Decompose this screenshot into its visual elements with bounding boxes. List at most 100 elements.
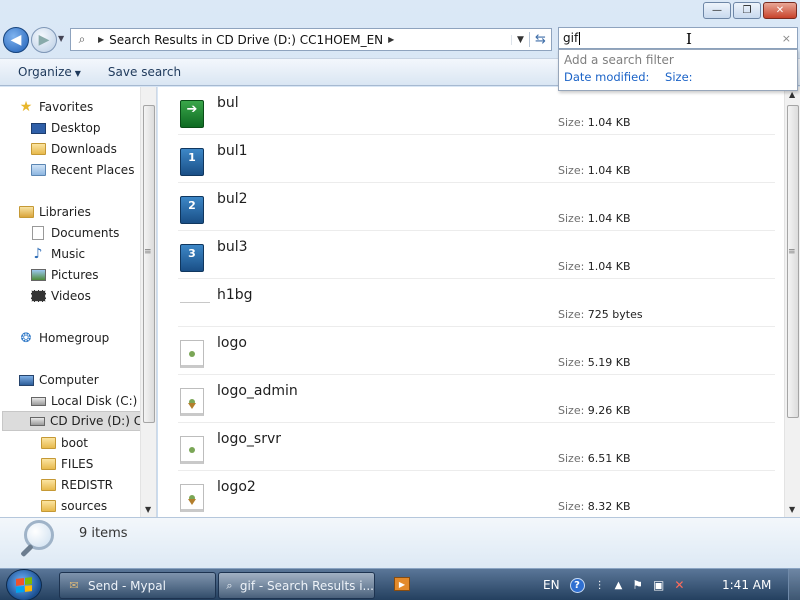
folder-icon	[40, 457, 56, 471]
action-center-flag-icon[interactable]: ⚑	[632, 578, 643, 592]
file-size: Size: 6.51 KB	[558, 452, 631, 465]
size-label: Size:	[558, 164, 585, 177]
list-item[interactable]: h1bg Size: 725 bytes	[178, 279, 775, 327]
refresh-icon[interactable]: ⇆	[529, 32, 551, 47]
address-bar[interactable]: ⌕ ▶ Search Results in CD Drive (D:) CC1H…	[70, 28, 552, 51]
music-note-icon: ♪	[33, 246, 43, 262]
size-value: 1.04 KB	[587, 164, 631, 177]
start-button[interactable]	[6, 569, 42, 600]
content-scrollbar[interactable]: ▲ ≡ ▼	[784, 87, 800, 517]
size-label: Size:	[558, 356, 585, 369]
explorer-window: — ❐ ✕ ◀ ▶ ▼ ⌕ ▶ Search Results in CD Dri…	[0, 0, 800, 568]
breadcrumb-chevron-icon[interactable]: ▶	[388, 35, 394, 44]
blue-3-icon: 3	[180, 244, 204, 272]
minimize-button[interactable]: —	[703, 2, 731, 19]
search-input[interactable]: gif ×	[558, 27, 798, 49]
volume-muted-icon[interactable]: ✕	[674, 578, 684, 592]
sidebar-item-music[interactable]: ♪ Music	[30, 244, 86, 264]
list-item[interactable]: logo_srvr Size: 6.51 KB	[178, 423, 775, 471]
sidebar-item-favorites[interactable]: ★ Favorites	[18, 97, 94, 117]
file-size: Size: 1.04 KB	[558, 212, 631, 225]
green-arrow-icon: ➔	[180, 100, 204, 128]
save-search-label: Save search	[107, 65, 182, 79]
sidebar-scrollbar[interactable]: ≡ ▼	[140, 87, 156, 517]
size-value: 6.51 KB	[587, 452, 631, 465]
image-doc-icon	[180, 484, 204, 512]
scroll-down-icon[interactable]: ▼	[145, 505, 151, 514]
list-item[interactable]: ➔ bul Size: 1.04 KB	[178, 87, 775, 135]
forward-button[interactable]: ▶	[31, 27, 57, 53]
item-count: 9 items	[79, 526, 128, 541]
save-search-button[interactable]: Save search	[90, 65, 190, 79]
scrollbar-thumb[interactable]	[143, 105, 155, 423]
show-desktop-button[interactable]	[788, 569, 800, 600]
tray-arrow-icon[interactable]: ▲	[615, 580, 623, 591]
size-label: Size:	[558, 260, 585, 273]
sidebar-item-homegroup[interactable]: ❂ Homegroup	[18, 328, 110, 348]
help-icon[interactable]: ?	[569, 577, 585, 593]
sidebar-item-computer[interactable]: Computer	[18, 370, 99, 390]
recent-pages-dropdown[interactable]: ▼	[58, 34, 64, 43]
scroll-down-icon[interactable]: ▼	[789, 505, 795, 514]
file-size: Size: 8.32 KB	[558, 500, 631, 513]
file-size: Size: 1.04 KB	[558, 116, 631, 129]
restore-button[interactable]: ❐	[733, 2, 761, 19]
clock[interactable]: 1:41 AM	[722, 578, 771, 592]
back-button[interactable]: ◀	[3, 27, 29, 53]
list-item[interactable]: logo Size: 5.19 KB	[178, 327, 775, 375]
list-item[interactable]: 3 bul3 Size: 1.04 KB	[178, 231, 775, 279]
taskbar-button-explorer[interactable]: ⌕ gif - Search Results i...	[218, 572, 375, 599]
size-filter[interactable]: Size:	[665, 70, 692, 84]
sidebar-item-videos[interactable]: Videos	[30, 286, 91, 306]
address-path[interactable]: Search Results in CD Drive (D:) CC1HOEM_…	[109, 33, 383, 47]
file-name: bul3	[217, 239, 248, 255]
organize-button[interactable]: Organize ▼	[0, 65, 90, 79]
sidebar-item-cd-drive[interactable]: CD Drive (D:) CC	[2, 411, 150, 431]
folder-icon	[40, 478, 56, 492]
list-item[interactable]: 1 bul1 Size: 1.04 KB	[178, 135, 775, 183]
media-player-icon[interactable]: ▶	[394, 577, 410, 591]
file-name: logo2	[217, 479, 256, 495]
taskbar: ✉ Send - Mypal ⌕ gif - Search Results i.…	[0, 568, 800, 600]
breadcrumb-chevron-icon[interactable]: ▶	[98, 35, 104, 44]
sidebar-item-boot[interactable]: boot	[40, 433, 88, 453]
date-modified-filter[interactable]: Date modified:	[564, 70, 649, 84]
sidebar-item-redistr[interactable]: REDISTR	[40, 475, 113, 495]
caption-buttons: — ❐ ✕	[701, 2, 797, 19]
line-icon	[180, 302, 210, 303]
blue-1-icon: 1	[180, 148, 204, 176]
sidebar-item-sources[interactable]: sources	[40, 496, 107, 516]
sidebar-item-files[interactable]: FILES	[40, 454, 93, 474]
list-item[interactable]: logo2 Size: 8.32 KB	[178, 471, 775, 517]
sidebar-item-downloads[interactable]: Downloads	[30, 139, 117, 159]
scroll-up-icon[interactable]: ▲	[789, 90, 795, 99]
sidebar-item-label: boot	[61, 436, 89, 450]
hard-disk-icon	[30, 394, 46, 408]
sidebar-item-desktop[interactable]: Desktop	[30, 118, 101, 138]
address-dropdown-icon[interactable]: ▼	[511, 34, 529, 45]
clear-search-icon[interactable]: ×	[782, 32, 791, 45]
sidebar-item-recent-places[interactable]: Recent Places	[30, 160, 134, 180]
sidebar-item-label: Desktop	[51, 121, 101, 135]
image-doc-icon	[180, 436, 204, 464]
scrollbar-thumb[interactable]	[787, 105, 799, 418]
taskbar-button-mypal[interactable]: ✉ Send - Mypal	[59, 572, 216, 599]
size-label: Size:	[558, 452, 585, 465]
file-size: Size: 9.26 KB	[558, 404, 631, 417]
task-label: gif - Search Results i...	[239, 578, 374, 593]
close-button[interactable]: ✕	[763, 2, 797, 19]
sidebar-item-pictures[interactable]: Pictures	[30, 265, 99, 285]
size-value: 9.26 KB	[587, 404, 631, 417]
sidebar-item-label: Music	[51, 247, 86, 261]
sidebar-item-libraries[interactable]: Libraries	[18, 202, 91, 222]
sidebar-item-label: Computer	[39, 373, 99, 387]
show-hidden-icons-icon[interactable]: ⋮	[595, 580, 605, 591]
sidebar-item-local-disk[interactable]: Local Disk (C:)	[30, 391, 137, 411]
sidebar-item-documents[interactable]: Documents	[30, 223, 119, 243]
list-item[interactable]: 2 bul2 Size: 1.04 KB	[178, 183, 775, 231]
language-indicator[interactable]: EN	[543, 578, 560, 592]
list-item[interactable]: logo_admin Size: 9.26 KB	[178, 375, 775, 423]
browser-icon: ✉	[69, 579, 79, 592]
network-icon[interactable]: ▣	[653, 578, 664, 592]
chevron-down-icon: ▼	[74, 69, 81, 78]
